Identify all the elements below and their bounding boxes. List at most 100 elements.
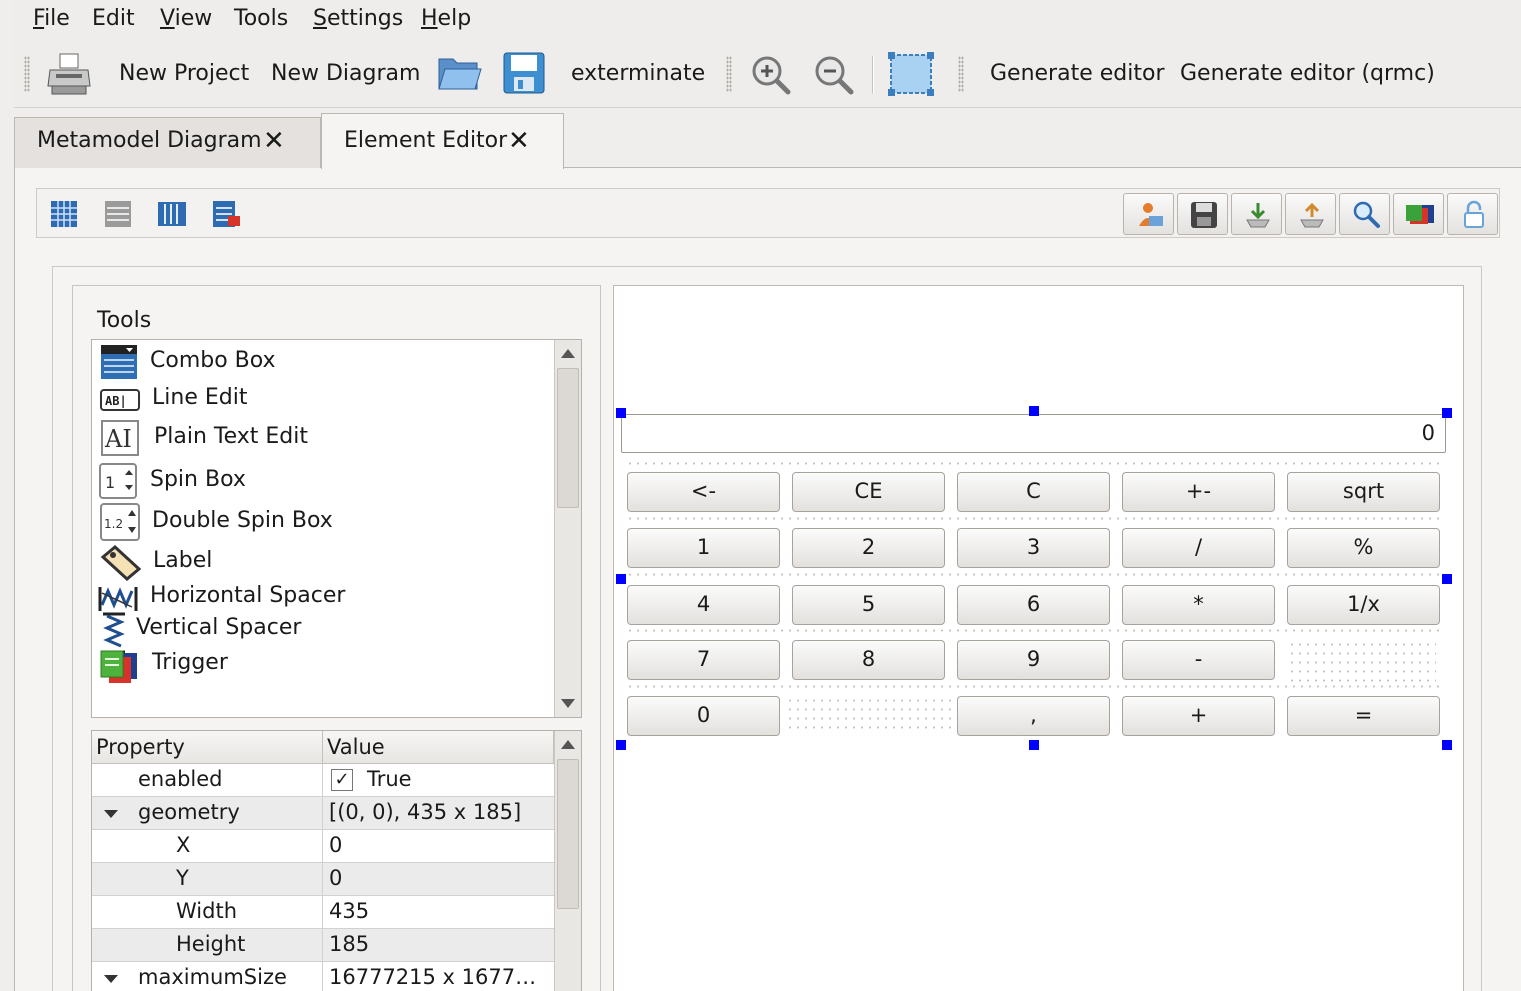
menu-help[interactable]: Help <box>421 6 471 31</box>
calc-button-0[interactable]: 0 <box>627 696 780 736</box>
calc-button-comma[interactable]: , <box>957 696 1110 736</box>
property-row-x[interactable]: X 0 <box>92 830 554 863</box>
enabled-checkbox[interactable]: ✓ <box>331 769 353 791</box>
calc-button-sqrt[interactable]: sqrt <box>1287 472 1440 512</box>
calc-button-5[interactable]: 5 <box>792 585 945 625</box>
tool-combo-box[interactable]: Combo Box <box>150 348 276 373</box>
menu-edit[interactable]: Edit <box>92 6 135 31</box>
property-value[interactable]: 0 <box>329 833 342 857</box>
property-scrollbar[interactable] <box>554 731 581 991</box>
property-value[interactable]: [(0, 0), 435 x 185] <box>329 800 521 824</box>
property-row-enabled[interactable]: enabled ✓ True <box>92 764 554 797</box>
calc-button-minus[interactable]: - <box>1122 640 1275 680</box>
calc-button-4[interactable]: 4 <box>627 585 780 625</box>
tool-line-edit[interactable]: Line Edit <box>152 385 247 410</box>
calc-button-8[interactable]: 8 <box>792 640 945 680</box>
selection-handle[interactable] <box>616 740 626 750</box>
generate-editor-button[interactable]: Generate editor <box>990 61 1165 86</box>
calc-button-6[interactable]: 6 <box>957 585 1110 625</box>
property-row-geometry[interactable]: geometry [(0, 0), 435 x 185] <box>92 797 554 830</box>
column-header-property[interactable]: Property <box>92 731 323 764</box>
selection-handle[interactable] <box>1442 740 1452 750</box>
grid-layout-icon[interactable] <box>50 200 78 228</box>
calc-button-7[interactable]: 7 <box>627 640 780 680</box>
scroll-up-arrow-icon[interactable] <box>561 349 575 358</box>
calculator-display[interactable]: 0 <box>621 414 1446 453</box>
calc-button-plus[interactable]: + <box>1122 696 1275 736</box>
calc-button-1[interactable]: 1 <box>627 528 780 568</box>
selection-handle[interactable] <box>1442 574 1452 584</box>
tool-horizontal-spacer[interactable]: Horizontal Spacer <box>150 583 345 608</box>
selection-handle[interactable] <box>1442 408 1452 418</box>
tab-element-editor[interactable]: Element Editor ✕ <box>321 113 564 169</box>
menu-view[interactable]: View <box>160 6 212 31</box>
selection-handle[interactable] <box>616 574 626 584</box>
menu-tools[interactable]: Tools <box>234 6 288 31</box>
tab-metamodel-diagram[interactable]: Metamodel Diagram ✕ <box>14 117 321 168</box>
calc-button-9[interactable]: 9 <box>957 640 1110 680</box>
calc-button-percent[interactable]: % <box>1287 528 1440 568</box>
calc-button-plus-minus[interactable]: +- <box>1122 472 1275 512</box>
calc-button-2[interactable]: 2 <box>792 528 945 568</box>
collapse-arrow-icon[interactable] <box>104 975 118 983</box>
layers-button[interactable] <box>1393 193 1444 235</box>
property-row-maximumsize[interactable]: maximumSize 16777215 x 1677… <box>92 962 554 991</box>
break-layout-icon[interactable] <box>212 200 242 230</box>
scroll-down-arrow-icon[interactable] <box>561 699 575 708</box>
property-row-y[interactable]: Y 0 <box>92 863 554 896</box>
menu-file[interactable]: File <box>33 6 70 31</box>
calc-button-3[interactable]: 3 <box>957 528 1110 568</box>
tool-trigger[interactable]: Trigger <box>152 650 228 675</box>
property-value[interactable]: True <box>367 767 412 791</box>
tool-double-spin-box[interactable]: Double Spin Box <box>152 508 333 533</box>
new-project-button[interactable]: New Project <box>119 61 249 86</box>
tools-scrollbar-thumb[interactable] <box>557 368 579 508</box>
save-icon[interactable] <box>502 51 546 95</box>
save-template-button[interactable] <box>1177 193 1228 235</box>
property-row-height[interactable]: Height 185 <box>92 929 554 962</box>
horizontal-layout-icon[interactable] <box>157 201 187 227</box>
calc-button-backspace[interactable]: <- <box>627 472 780 512</box>
toolbar-grip[interactable] <box>726 56 732 92</box>
scroll-up-arrow-icon[interactable] <box>561 740 575 749</box>
calc-button-ce[interactable]: CE <box>792 472 945 512</box>
design-canvas[interactable] <box>613 285 1464 991</box>
tool-vertical-spacer[interactable]: Vertical Spacer <box>136 615 301 640</box>
calc-button-multiply[interactable]: * <box>1122 585 1275 625</box>
exterminate-button[interactable]: exterminate <box>571 61 705 86</box>
selection-handle[interactable] <box>1029 740 1039 750</box>
tool-spin-box[interactable]: Spin Box <box>150 467 246 492</box>
toolbar-grip[interactable] <box>24 56 30 92</box>
property-value[interactable]: 16777215 x 1677… <box>329 965 536 989</box>
collapse-arrow-icon[interactable] <box>104 810 118 818</box>
menu-settings[interactable]: Settings <box>313 6 403 31</box>
property-scrollbar-thumb[interactable] <box>557 759 579 909</box>
import-button[interactable] <box>1123 193 1174 235</box>
fit-to-view-icon[interactable] <box>887 51 935 97</box>
column-header-value[interactable]: Value <box>323 731 554 764</box>
calc-button-reciprocal[interactable]: 1/x <box>1287 585 1440 625</box>
preview-button[interactable] <box>1339 193 1390 235</box>
tool-label[interactable]: Label <box>153 548 212 573</box>
tools-scrollbar[interactable] <box>554 340 581 717</box>
vertical-layout-icon[interactable] <box>104 200 132 228</box>
generate-editor-qrmc-button[interactable]: Generate editor (qrmc) <box>1180 61 1435 86</box>
calc-button-equals[interactable]: = <box>1287 696 1440 736</box>
lock-button[interactable] <box>1447 193 1498 235</box>
calc-button-c[interactable]: C <box>957 472 1110 512</box>
zoom-in-icon[interactable] <box>750 54 792 96</box>
load-button[interactable] <box>1231 193 1282 235</box>
property-value[interactable]: 185 <box>329 932 369 956</box>
selection-handle[interactable] <box>1029 406 1039 416</box>
toolbar-grip[interactable] <box>958 56 964 92</box>
export-button[interactable] <box>1285 193 1336 235</box>
close-icon[interactable]: ✕ <box>508 126 530 156</box>
close-icon[interactable]: ✕ <box>263 126 285 156</box>
zoom-out-icon[interactable] <box>813 54 855 96</box>
selection-handle[interactable] <box>616 408 626 418</box>
printer-icon[interactable] <box>46 50 92 98</box>
property-row-width[interactable]: Width 435 <box>92 896 554 929</box>
new-diagram-button[interactable]: New Diagram <box>271 61 420 86</box>
tools-list[interactable]: Combo Box AB| Line Edit AI Plain Text Ed… <box>91 339 582 718</box>
folder-open-icon[interactable] <box>437 53 483 93</box>
